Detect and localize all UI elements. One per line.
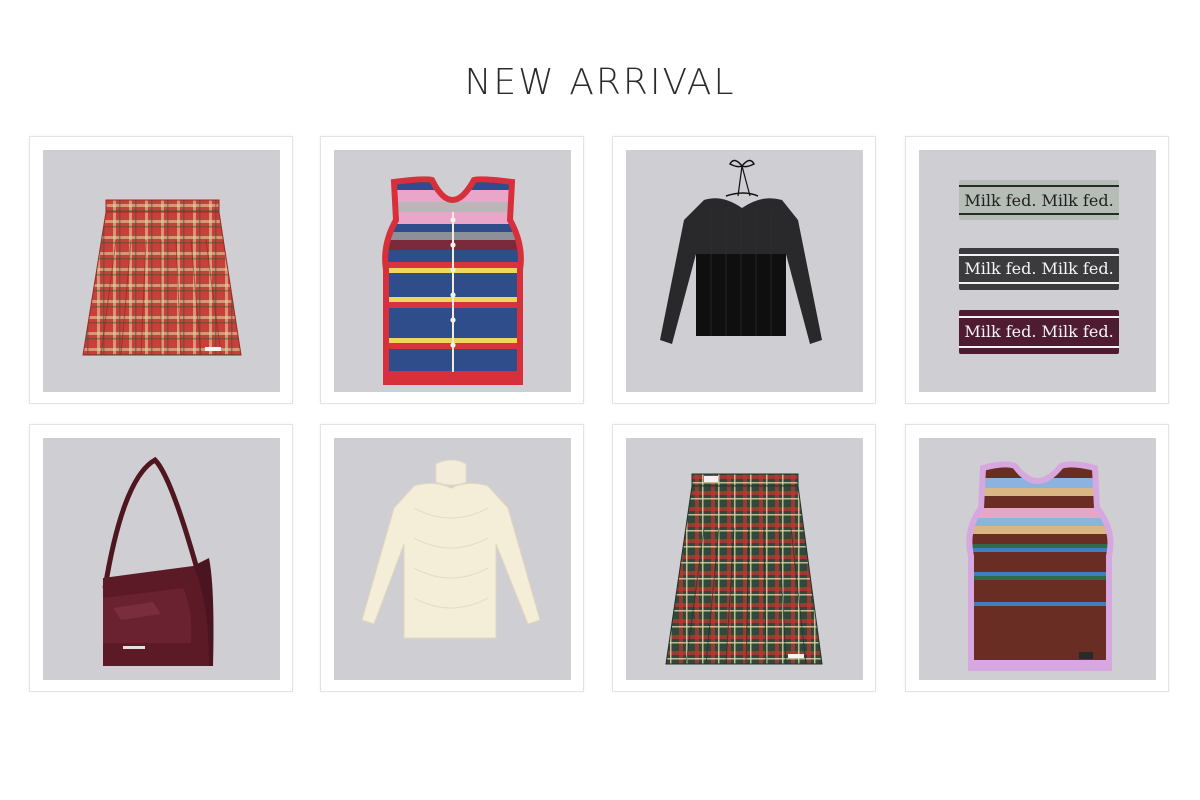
page-title: NEW ARRIVAL — [464, 62, 736, 103]
product-card-red-tartan-skirt[interactable] — [29, 136, 293, 404]
product-image-green-tartan-skirt[interactable] — [626, 438, 863, 680]
logo-headbands-illustration: Milk fed. Milk fed. Milk fed. Milk fed. … — [959, 180, 1119, 354]
product-image-black-sheer-top[interactable] — [626, 150, 863, 392]
green-tartan-skirt-illustration — [665, 473, 823, 665]
black-sheer-top-illustration — [660, 159, 822, 344]
cream-knit-top-illustration — [361, 459, 541, 639]
red-tartan-skirt-illustration — [82, 199, 242, 356]
product-image-red-tartan-skirt[interactable] — [43, 150, 280, 392]
product-image-striped-knit-vest[interactable] — [334, 150, 571, 392]
product-card-brown-striped-knit-vest[interactable] — [905, 424, 1169, 692]
product-image-burgundy-shoulder-bag[interactable] — [43, 438, 280, 680]
brown-striped-knit-vest-illustration — [966, 461, 1114, 671]
product-image-logo-headbands[interactable]: Milk fed. Milk fed. Milk fed. Milk fed. … — [919, 150, 1156, 392]
headband-3-logo-text: Milk fed. Milk fed. — [964, 322, 1113, 341]
product-card-striped-knit-vest[interactable] — [320, 136, 584, 404]
product-card-cream-knit-top[interactable] — [320, 424, 584, 692]
product-image-brown-striped-knit-vest[interactable] — [919, 438, 1156, 680]
headband-1-logo-text: Milk fed. Milk fed. — [964, 191, 1113, 210]
product-card-green-tartan-skirt[interactable] — [612, 424, 876, 692]
product-card-black-sheer-top[interactable] — [612, 136, 876, 404]
product-card-logo-headbands[interactable]: Milk fed. Milk fed. Milk fed. Milk fed. … — [905, 136, 1169, 404]
headband-2-logo-text: Milk fed. Milk fed. — [964, 259, 1113, 278]
striped-knit-vest-illustration — [382, 176, 524, 385]
burgundy-shoulder-bag-illustration — [102, 456, 214, 666]
product-image-cream-knit-top[interactable] — [334, 438, 571, 680]
product-card-burgundy-shoulder-bag[interactable] — [29, 424, 293, 692]
